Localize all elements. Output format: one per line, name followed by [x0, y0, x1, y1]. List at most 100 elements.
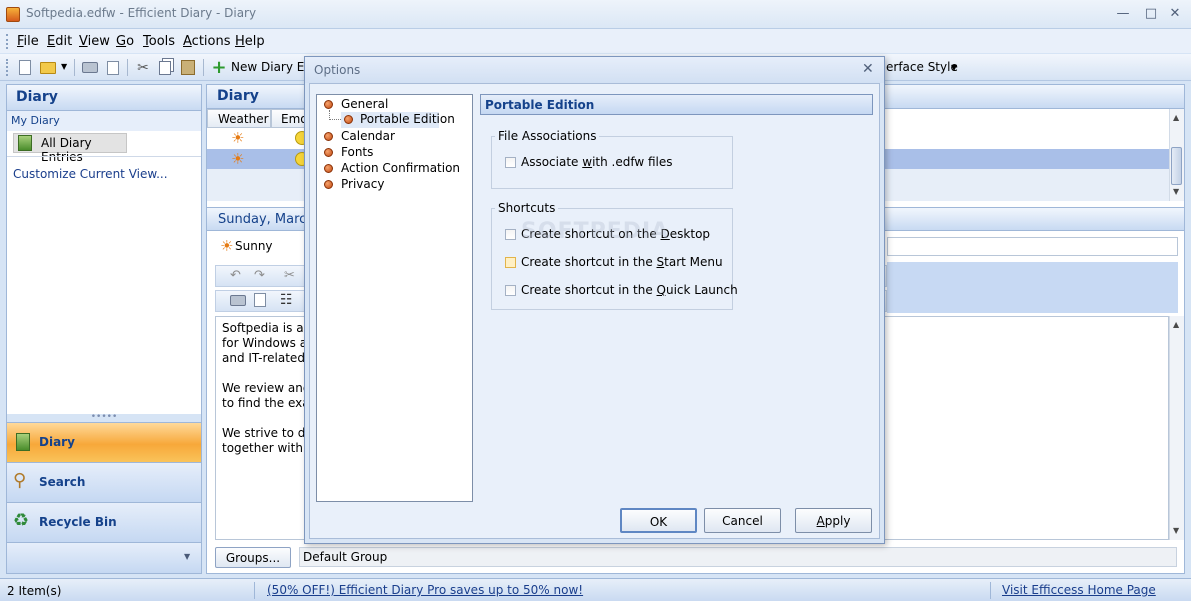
left-panel: Diary My Diary All Diary Entries Customi…: [6, 84, 202, 574]
scroll-down-icon[interactable]: ▼: [1173, 526, 1179, 535]
all-diary-entries-item[interactable]: All Diary Entries: [13, 133, 127, 164]
cut-button[interactable]: ✂: [133, 58, 153, 77]
menu-view[interactable]: View: [79, 34, 110, 49]
maximize-button[interactable]: □: [1141, 5, 1161, 23]
groups-button[interactable]: Groups...: [215, 547, 291, 568]
promo-link[interactable]: (50% OFF!) Efficient Diary Pro saves up …: [267, 583, 583, 597]
redo-icon[interactable]: ↷: [254, 268, 265, 283]
copy-button[interactable]: [155, 58, 175, 77]
magnifier-icon: ⚲: [13, 470, 27, 491]
customize-view-link[interactable]: Customize Current View...: [13, 167, 168, 181]
print-preview-button[interactable]: [103, 58, 123, 77]
weather-combo[interactable]: ☀ Sunny: [215, 237, 305, 257]
quick-launch-shortcut-checkbox[interactable]: [505, 285, 516, 296]
menu-go[interactable]: Go: [116, 34, 134, 49]
printer-icon[interactable]: [230, 295, 246, 306]
scroll-up-icon[interactable]: ▲: [1173, 113, 1179, 122]
scroll-down-icon[interactable]: ▼: [1173, 187, 1179, 196]
interface-style-button[interactable]: erface Style: [886, 60, 958, 74]
shortcuts-title: Shortcuts: [495, 201, 559, 215]
minimize-button[interactable]: —: [1113, 5, 1133, 23]
close-button[interactable]: ✕: [1165, 5, 1185, 23]
tree-item-calendar[interactable]: Calendar: [341, 129, 395, 143]
print-preview-icon[interactable]: [254, 293, 266, 307]
menu-edit[interactable]: Edit: [47, 34, 72, 49]
folder-open-icon: [40, 61, 56, 74]
title-bar: Softpedia.edfw - Efficient Diary - Diary…: [0, 0, 1191, 29]
grid-scroll-thumb[interactable]: [1171, 147, 1182, 185]
new-document-button[interactable]: [15, 58, 35, 77]
cancel-button[interactable]: Cancel: [704, 508, 781, 533]
tree-item-privacy[interactable]: Privacy: [341, 177, 384, 191]
all-diary-entries-label: All Diary Entries: [41, 136, 92, 164]
visit-home-link[interactable]: Visit Efficcess Home Page: [1002, 583, 1156, 597]
menu-file[interactable]: File: [17, 34, 39, 49]
left-panel-title: Diary: [7, 85, 201, 111]
nav-more-button[interactable]: ▼: [7, 542, 201, 573]
tree-item-portable-edition[interactable]: Portable Edition: [360, 112, 455, 126]
menu-tools[interactable]: Tools: [143, 34, 175, 49]
pane-title: Portable Edition: [480, 94, 873, 115]
desktop-shortcut-checkbox[interactable]: [505, 229, 516, 240]
menu-actions[interactable]: Actions: [183, 34, 231, 49]
associate-checkbox[interactable]: [505, 157, 516, 168]
associate-label: Associate with .edfw files: [521, 155, 673, 169]
diary-icon: [16, 433, 30, 451]
column-emotion[interactable]: Emo: [271, 109, 308, 128]
tree-bullet-icon: [324, 148, 333, 157]
tree-connector: [329, 110, 341, 120]
entry-title-field[interactable]: [887, 237, 1178, 256]
open-dropdown-arrow[interactable]: ▼: [61, 62, 67, 71]
sun-icon: ☀: [231, 129, 245, 147]
divider: [7, 156, 201, 157]
app-icon: [6, 7, 20, 22]
options-dialog: Options ✕ General Portable Edition Calen…: [304, 56, 885, 544]
printer-icon: [82, 62, 98, 73]
tree-bullet-icon: [344, 115, 353, 124]
tree-bullet-icon: [324, 132, 333, 141]
status-separator: [254, 582, 255, 599]
panel-splitter[interactable]: •••••: [7, 413, 201, 422]
scroll-up-icon[interactable]: ▲: [1173, 320, 1179, 329]
status-separator: [990, 582, 991, 599]
scissors-icon: ✂: [137, 59, 149, 76]
group-field: Default Group: [299, 547, 1177, 567]
tree-item-general[interactable]: General: [341, 97, 388, 111]
new-entry-icon-button[interactable]: +: [209, 58, 229, 77]
items-count: 2 Item(s): [7, 584, 62, 598]
menu-view-rest: iew: [87, 34, 110, 49]
apply-label-rest: pply: [824, 514, 851, 528]
tree-item-fonts[interactable]: Fonts: [341, 145, 373, 159]
weather-value: Sunny: [235, 239, 273, 253]
find-icon[interactable]: ☷: [280, 292, 293, 308]
dialog-close-button[interactable]: ✕: [862, 61, 874, 77]
undo-icon[interactable]: ↶: [230, 268, 241, 283]
tree-bullet-icon: [324, 180, 333, 189]
paste-button[interactable]: [178, 58, 198, 77]
nav-search-button[interactable]: ⚲ Search: [7, 462, 201, 502]
status-bar: 2 Item(s) (50% OFF!) Efficient Diary Pro…: [0, 578, 1191, 601]
nav-recycle-label: Recycle Bin: [39, 515, 117, 529]
tree-item-action-confirmation[interactable]: Action Confirmation: [341, 161, 460, 175]
editor-scrollbar[interactable]: ▲ ▼: [1169, 316, 1184, 540]
interface-style-arrow[interactable]: ▼: [951, 63, 957, 72]
menu-file-rest: ile: [23, 34, 39, 49]
print-preview-icon: [107, 60, 119, 75]
print-button[interactable]: [80, 58, 100, 77]
window-title: Softpedia.edfw - Efficient Diary - Diary: [26, 6, 257, 20]
apply-button[interactable]: Apply: [795, 508, 872, 533]
nav-search-label: Search: [39, 475, 86, 489]
toolbar-separator: [74, 59, 75, 76]
start-menu-shortcut-checkbox[interactable]: [505, 257, 516, 268]
nav-recycle-bin-button[interactable]: ♻ Recycle Bin: [7, 502, 201, 542]
editor-side-strip: [887, 262, 1178, 313]
ok-button[interactable]: OK: [620, 508, 697, 533]
menu-grip: [6, 34, 9, 49]
scissors-icon[interactable]: ✂: [284, 268, 295, 283]
column-weather[interactable]: Weather: [207, 109, 271, 128]
open-button[interactable]: [38, 58, 58, 77]
menu-help[interactable]: Help: [235, 34, 265, 49]
tree-bullet-icon: [324, 164, 333, 173]
sun-icon: ☀: [231, 150, 245, 168]
nav-diary-button[interactable]: Diary: [7, 422, 201, 462]
